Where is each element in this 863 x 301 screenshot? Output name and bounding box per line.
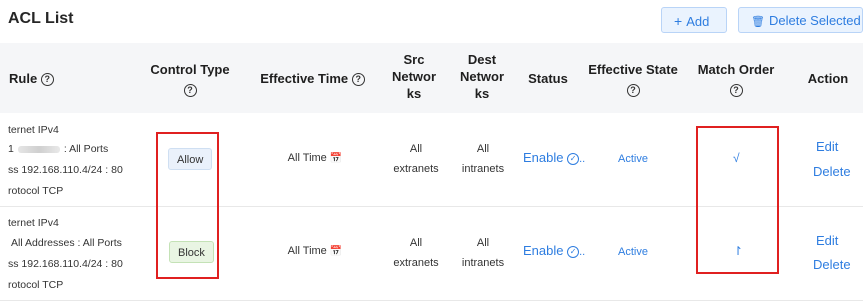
effective-time-value: All Time — [287, 245, 327, 257]
dest-networks-line: intranets — [461, 257, 505, 269]
dest-networks-cell: All intranets — [455, 139, 511, 179]
dest-networks-line: All — [476, 143, 490, 155]
edit-link[interactable]: Edit — [816, 139, 838, 154]
header-match-order-label: Match Order — [697, 62, 775, 77]
help-icon[interactable]: ? — [40, 73, 54, 87]
src-networks-cell: All extranets — [388, 139, 444, 179]
rule-text: All Addresses : All Ports — [11, 237, 122, 249]
header-effective-state-label: Effective State — [588, 62, 678, 77]
status-value: Enable — [523, 150, 564, 165]
help-icon[interactable]: ? — [626, 84, 640, 98]
dest-networks-cell: All intranets — [455, 233, 511, 273]
header-effective-state: Effective State ? — [585, 61, 681, 98]
rule-text: ss 192.168.110.4/24 : 80 — [8, 164, 123, 176]
src-networks-cell: All extranets — [388, 233, 444, 273]
header-src-networks: Src Networ ks — [388, 51, 440, 102]
header-control-type-label: Control Type — [150, 62, 230, 77]
page-title: ACL List — [8, 10, 74, 27]
plus-icon: + — [674, 13, 683, 29]
effective-state-value: Active — [618, 246, 648, 258]
effective-time-cell: All Time 📅 — [280, 241, 350, 262]
header-status: Status — [528, 71, 568, 86]
header-match-order: Match Order ? — [690, 61, 782, 98]
status-more: .. — [579, 153, 586, 165]
header-effective-time-label: Effective Time — [260, 71, 349, 86]
status-link[interactable]: Enable ✓.. — [523, 243, 585, 258]
delete-link[interactable]: Delete — [813, 257, 851, 272]
header-rule: Rule ? — [9, 70, 54, 87]
check-circle-icon: ✓ — [567, 245, 580, 258]
rule-text-part: : All Ports — [63, 143, 109, 155]
rule-text: ternet IPv4 — [8, 217, 59, 229]
add-button[interactable]: + Add — [661, 7, 727, 33]
table-header: Rule ? Control Type ? Effective Time ? S… — [0, 43, 863, 113]
effective-time-value: All Time — [287, 152, 327, 164]
calendar-icon[interactable]: 📅 — [330, 246, 342, 257]
rule-text-part: 1 — [8, 143, 14, 155]
header-action: Action — [807, 71, 849, 86]
header-dest-line2: Networ — [459, 69, 505, 84]
header-rule-label: Rule — [9, 71, 38, 86]
header-control-type: Control Type ? — [140, 61, 240, 98]
rule-text: 1 : All Ports — [8, 143, 108, 155]
add-label: Add — [686, 14, 710, 29]
control-type-highlight-box — [156, 132, 219, 279]
help-icon[interactable]: ? — [183, 84, 197, 98]
rule-text: ternet IPv4 — [8, 124, 59, 136]
rule-text: rotocol TCP — [8, 185, 64, 197]
dest-networks-line: intranets — [461, 163, 505, 175]
match-order-highlight-box — [696, 126, 779, 274]
src-networks-line: extranets — [393, 163, 439, 175]
edit-link[interactable]: Edit — [816, 233, 838, 248]
rule-text: ss 192.168.110.4/24 : 80 — [8, 258, 123, 270]
header-src-line1: Src — [403, 52, 425, 67]
help-icon[interactable]: ? — [729, 84, 743, 98]
header-dest-line1: Dest — [467, 52, 497, 67]
status-link[interactable]: Enable ✓.. — [523, 150, 585, 165]
effective-time-cell: All Time 📅 — [280, 148, 350, 169]
header-src-line3: ks — [406, 86, 422, 101]
src-networks-line: extranets — [393, 257, 439, 269]
dest-networks-line: All — [476, 237, 490, 249]
src-networks-line: All — [409, 237, 423, 249]
status-value: Enable — [523, 243, 564, 258]
check-circle-icon: ✓ — [567, 152, 580, 165]
trash-icon: 🗑 — [751, 16, 765, 28]
header-src-line2: Networ — [391, 69, 437, 84]
rule-text: rotocol TCP — [8, 279, 64, 291]
calendar-icon[interactable]: 📅 — [330, 153, 342, 164]
src-networks-line: All — [409, 143, 423, 155]
delete-selected-label: Delete Selected — [768, 13, 861, 28]
header-dest-networks: Dest Networ ks — [456, 51, 508, 102]
header-dest-line3: ks — [474, 86, 490, 101]
effective-state-value: Active — [618, 153, 648, 165]
status-more: .. — [579, 246, 586, 258]
help-icon[interactable]: ? — [351, 73, 365, 87]
delete-selected-button[interactable]: 🗑 Delete Selected — [738, 7, 863, 33]
redacted-text — [17, 145, 60, 153]
header-effective-time: Effective Time ? — [255, 70, 370, 87]
delete-link[interactable]: Delete — [813, 164, 851, 179]
